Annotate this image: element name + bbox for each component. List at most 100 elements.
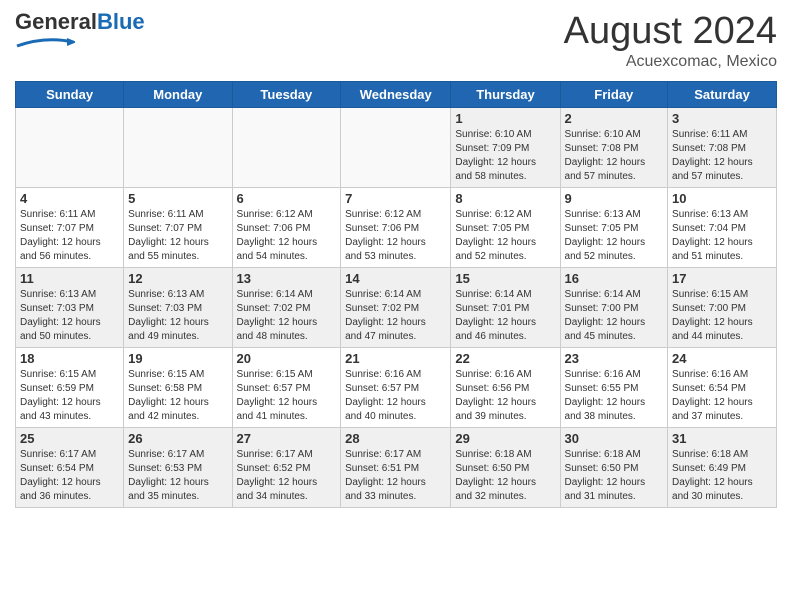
day-info: Sunrise: 6:17 AMSunset: 6:52 PMDaylight:… xyxy=(237,448,337,504)
calendar-day-cell: 5 Sunrise: 6:11 AMSunset: 7:07 PMDaylight… xyxy=(124,188,232,268)
day-info: Sunrise: 6:18 AMSunset: 6:50 PMDaylight:… xyxy=(565,448,664,504)
logo: GeneralBlue xyxy=(15,10,145,53)
calendar-day-cell: 9 Sunrise: 6:13 AMSunset: 7:05 PMDaylight… xyxy=(560,188,668,268)
day-number: 18 xyxy=(20,351,119,366)
day-info: Sunrise: 6:11 AMSunset: 7:07 PMDaylight:… xyxy=(128,208,227,264)
calendar-day-cell: 14 Sunrise: 6:14 AMSunset: 7:02 PMDayligh… xyxy=(341,268,451,348)
day-info: Sunrise: 6:15 AMSunset: 6:57 PMDaylight:… xyxy=(237,368,337,424)
subtitle: Acuexcomac, Mexico xyxy=(564,53,777,71)
day-info: Sunrise: 6:18 AMSunset: 6:50 PMDaylight:… xyxy=(455,448,555,504)
day-info: Sunrise: 6:14 AMSunset: 7:01 PMDaylight:… xyxy=(455,288,555,344)
day-number: 22 xyxy=(455,351,555,366)
day-info: Sunrise: 6:13 AMSunset: 7:03 PMDaylight:… xyxy=(128,288,227,344)
day-info: Sunrise: 6:14 AMSunset: 7:02 PMDaylight:… xyxy=(345,288,446,344)
day-info: Sunrise: 6:12 AMSunset: 7:05 PMDaylight:… xyxy=(455,208,555,264)
day-info: Sunrise: 6:12 AMSunset: 7:06 PMDaylight:… xyxy=(237,208,337,264)
day-number: 21 xyxy=(345,351,446,366)
calendar-day-cell: 22 Sunrise: 6:16 AMSunset: 6:56 PMDayligh… xyxy=(451,348,560,428)
day-info: Sunrise: 6:11 AMSunset: 7:07 PMDaylight:… xyxy=(20,208,119,264)
logo-icon xyxy=(15,34,75,48)
day-info: Sunrise: 6:13 AMSunset: 7:04 PMDaylight:… xyxy=(672,208,772,264)
calendar-day-cell: 19Sunrise: 6:15 AMSunset: 6:58 PMDayligh… xyxy=(124,348,232,428)
day-number: 20 xyxy=(237,351,337,366)
day-of-week-header: Saturday xyxy=(668,82,777,108)
calendar-day-cell xyxy=(232,108,341,188)
calendar-day-cell: 1 Sunrise: 6:10 AMSunset: 7:09 PMDaylight… xyxy=(451,108,560,188)
day-number: 15 xyxy=(455,271,555,286)
calendar-day-cell: 25 Sunrise: 6:17 AMSunset: 6:54 PMDayligh… xyxy=(16,428,124,508)
day-info: Sunrise: 6:13 AMSunset: 7:05 PMDaylight:… xyxy=(565,208,664,264)
day-number: 4 xyxy=(20,191,119,206)
day-info: Sunrise: 6:16 AMSunset: 6:54 PMDaylight:… xyxy=(672,368,772,424)
day-number: 8 xyxy=(455,191,555,206)
calendar-day-cell: 26 Sunrise: 6:17 AMSunset: 6:53 PMDayligh… xyxy=(124,428,232,508)
calendar-day-cell: 21Sunrise: 6:16 AMSunset: 6:57 PMDayligh… xyxy=(341,348,451,428)
header: GeneralBlue August 2024 Acuexcomac, Mexi… xyxy=(15,10,777,71)
logo-general-text: General xyxy=(15,9,97,34)
calendar-week-row: 18 Sunrise: 6:15 AMSunset: 6:59 PMDayligh… xyxy=(16,348,777,428)
calendar-day-cell: 4 Sunrise: 6:11 AMSunset: 7:07 PMDaylight… xyxy=(16,188,124,268)
calendar-day-cell: 30 Sunrise: 6:18 AMSunset: 6:50 PMDayligh… xyxy=(560,428,668,508)
day-number: 24 xyxy=(672,351,772,366)
day-info: Sunrise: 6:15 AMSunset: 6:59 PMDaylight:… xyxy=(20,368,119,424)
calendar-day-cell xyxy=(341,108,451,188)
calendar-day-cell: 24 Sunrise: 6:16 AMSunset: 6:54 PMDayligh… xyxy=(668,348,777,428)
day-info: Sunrise: 6:13 AMSunset: 7:03 PMDaylight:… xyxy=(20,288,119,344)
day-number: 26 xyxy=(128,431,227,446)
day-info: Sunrise: 6:12 AMSunset: 7:06 PMDaylight:… xyxy=(345,208,446,264)
day-info: Sunrise: 6:14 AMSunset: 7:02 PMDaylight:… xyxy=(237,288,337,344)
day-number: 25 xyxy=(20,431,119,446)
day-number: 5 xyxy=(128,191,227,206)
day-number: 14 xyxy=(345,271,446,286)
calendar-day-cell: 29Sunrise: 6:18 AMSunset: 6:50 PMDayligh… xyxy=(451,428,560,508)
day-number: 2 xyxy=(565,111,664,126)
day-number: 7 xyxy=(345,191,446,206)
day-info: Sunrise: 6:10 AMSunset: 7:09 PMDaylight:… xyxy=(455,128,555,184)
day-number: 6 xyxy=(237,191,337,206)
day-info: Sunrise: 6:16 AMSunset: 6:55 PMDaylight:… xyxy=(565,368,664,424)
calendar-day-cell: 28 Sunrise: 6:17 AMSunset: 6:51 PMDayligh… xyxy=(341,428,451,508)
day-info: Sunrise: 6:10 AMSunset: 7:08 PMDaylight:… xyxy=(565,128,664,184)
day-number: 13 xyxy=(237,271,337,286)
day-number: 23 xyxy=(565,351,664,366)
calendar-day-cell: 2 Sunrise: 6:10 AMSunset: 7:08 PMDaylight… xyxy=(560,108,668,188)
day-number: 28 xyxy=(345,431,446,446)
page: GeneralBlue August 2024 Acuexcomac, Mexi… xyxy=(0,0,792,612)
calendar-week-row: 4 Sunrise: 6:11 AMSunset: 7:07 PMDaylight… xyxy=(16,188,777,268)
calendar-day-cell: 18 Sunrise: 6:15 AMSunset: 6:59 PMDayligh… xyxy=(16,348,124,428)
calendar-day-cell: 3 Sunrise: 6:11 AMSunset: 7:08 PMDaylight… xyxy=(668,108,777,188)
day-number: 3 xyxy=(672,111,772,126)
calendar-day-cell: 10Sunrise: 6:13 AMSunset: 7:04 PMDayligh… xyxy=(668,188,777,268)
day-number: 1 xyxy=(455,111,555,126)
day-number: 9 xyxy=(565,191,664,206)
logo-blue-text: Blue xyxy=(97,9,145,34)
day-info: Sunrise: 6:16 AMSunset: 6:56 PMDaylight:… xyxy=(455,368,555,424)
day-info: Sunrise: 6:11 AMSunset: 7:08 PMDaylight:… xyxy=(672,128,772,184)
day-info: Sunrise: 6:17 AMSunset: 6:54 PMDaylight:… xyxy=(20,448,119,504)
day-number: 17 xyxy=(672,271,772,286)
calendar-week-row: 11Sunrise: 6:13 AMSunset: 7:03 PMDayligh… xyxy=(16,268,777,348)
day-of-week-header: Sunday xyxy=(16,82,124,108)
calendar-day-cell: 6 Sunrise: 6:12 AMSunset: 7:06 PMDaylight… xyxy=(232,188,341,268)
calendar-day-cell xyxy=(16,108,124,188)
calendar-day-cell: 7 Sunrise: 6:12 AMSunset: 7:06 PMDaylight… xyxy=(341,188,451,268)
day-info: Sunrise: 6:18 AMSunset: 6:49 PMDaylight:… xyxy=(672,448,772,504)
calendar-day-cell: 15 Sunrise: 6:14 AMSunset: 7:01 PMDayligh… xyxy=(451,268,560,348)
day-number: 16 xyxy=(565,271,664,286)
day-of-week-header: Thursday xyxy=(451,82,560,108)
calendar-table: SundayMondayTuesdayWednesdayThursdayFrid… xyxy=(15,81,777,508)
day-info: Sunrise: 6:17 AMSunset: 6:53 PMDaylight:… xyxy=(128,448,227,504)
calendar-day-cell: 12Sunrise: 6:13 AMSunset: 7:03 PMDayligh… xyxy=(124,268,232,348)
day-info: Sunrise: 6:15 AMSunset: 6:58 PMDaylight:… xyxy=(128,368,227,424)
day-info: Sunrise: 6:17 AMSunset: 6:51 PMDaylight:… xyxy=(345,448,446,504)
day-number: 30 xyxy=(565,431,664,446)
calendar-day-cell: 17Sunrise: 6:15 AMSunset: 7:00 PMDayligh… xyxy=(668,268,777,348)
day-of-week-header: Monday xyxy=(124,82,232,108)
calendar-day-cell: 23 Sunrise: 6:16 AMSunset: 6:55 PMDayligh… xyxy=(560,348,668,428)
day-info: Sunrise: 6:14 AMSunset: 7:00 PMDaylight:… xyxy=(565,288,664,344)
calendar-day-cell: 27Sunrise: 6:17 AMSunset: 6:52 PMDayligh… xyxy=(232,428,341,508)
day-of-week-header: Wednesday xyxy=(341,82,451,108)
calendar-week-row: 1 Sunrise: 6:10 AMSunset: 7:09 PMDaylight… xyxy=(16,108,777,188)
calendar-day-cell: 13 Sunrise: 6:14 AMSunset: 7:02 PMDayligh… xyxy=(232,268,341,348)
calendar-day-cell: 16 Sunrise: 6:14 AMSunset: 7:00 PMDayligh… xyxy=(560,268,668,348)
